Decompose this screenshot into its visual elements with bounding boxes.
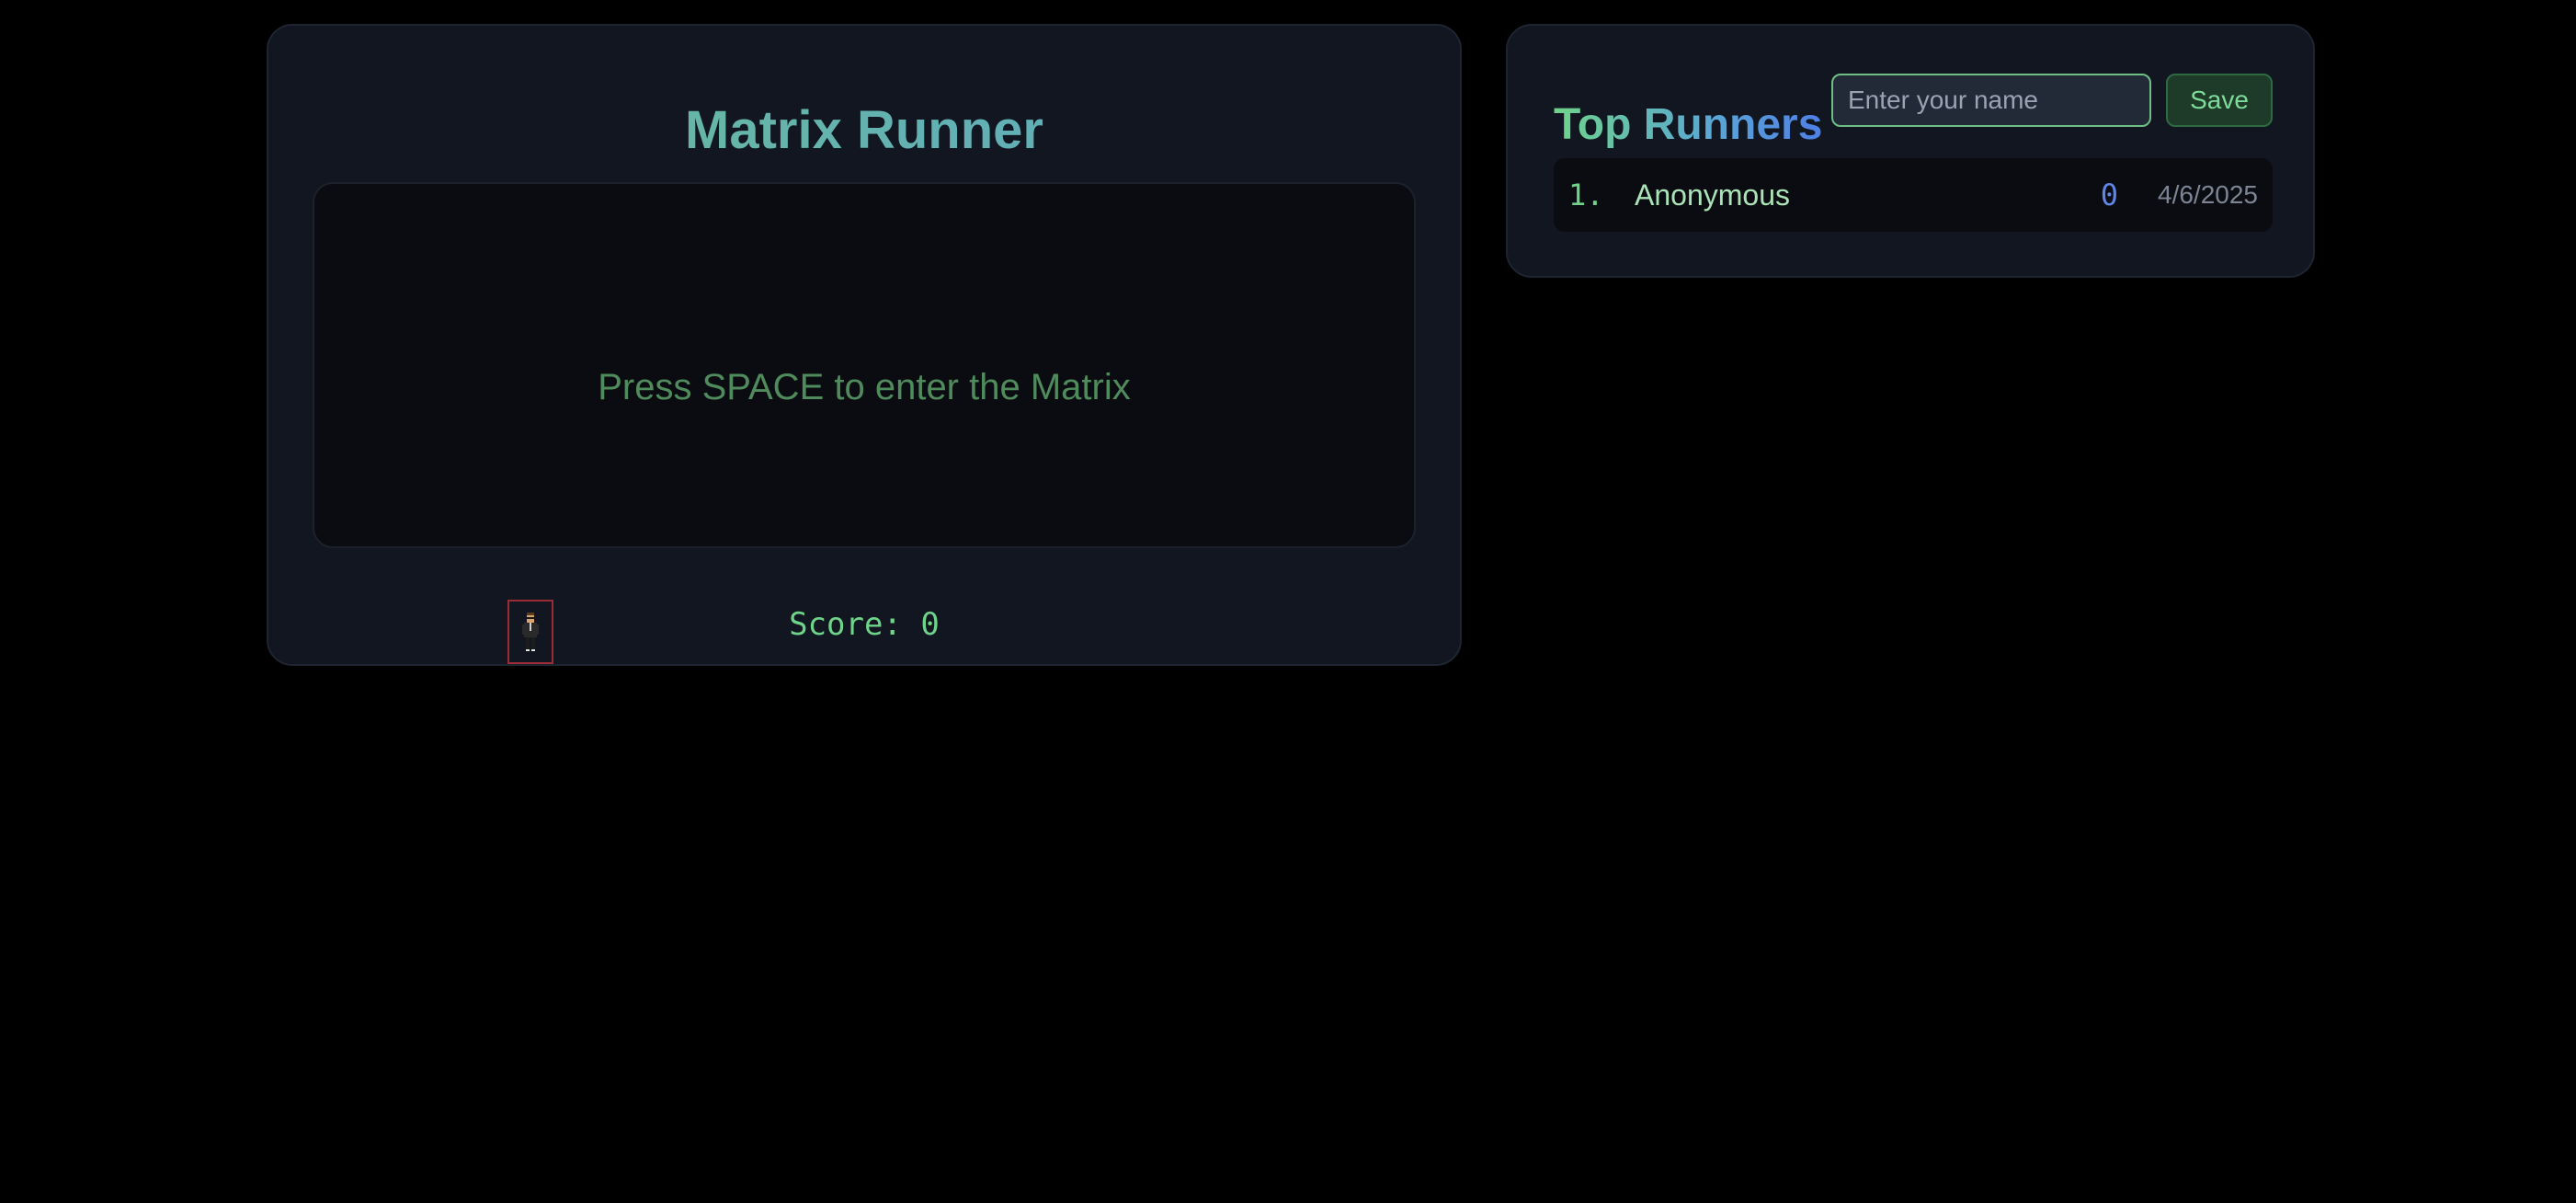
game-panel: Matrix Runner Press SPACE to enter the M… bbox=[267, 24, 1462, 666]
score-display: Score: 0 bbox=[789, 606, 940, 643]
save-button[interactable]: Save bbox=[2166, 74, 2273, 127]
game-canvas[interactable]: Press SPACE to enter the Matrix bbox=[313, 182, 1416, 664]
start-prompt: Press SPACE to enter the Matrix bbox=[598, 367, 1131, 407]
entry-name: Anonymous bbox=[1635, 178, 1790, 212]
leaderboard-row: 1. Anonymous 0 4/6/2025 bbox=[1554, 158, 2273, 232]
leaderboard-title: Top Runners bbox=[1554, 97, 1822, 153]
entry-score: 0 bbox=[2100, 178, 2118, 212]
game-title: Matrix Runner bbox=[268, 94, 1460, 167]
entry-date: 4/6/2025 bbox=[2158, 180, 2258, 209]
entry-rank: 1. bbox=[1568, 178, 1604, 212]
leaderboard-panel: Top Runners Save 1. Anonymous 0 4/6/2025 bbox=[1506, 24, 2315, 278]
name-input[interactable] bbox=[1831, 74, 2151, 127]
leaderboard-list: 1. Anonymous 0 4/6/2025 bbox=[1554, 158, 2273, 232]
